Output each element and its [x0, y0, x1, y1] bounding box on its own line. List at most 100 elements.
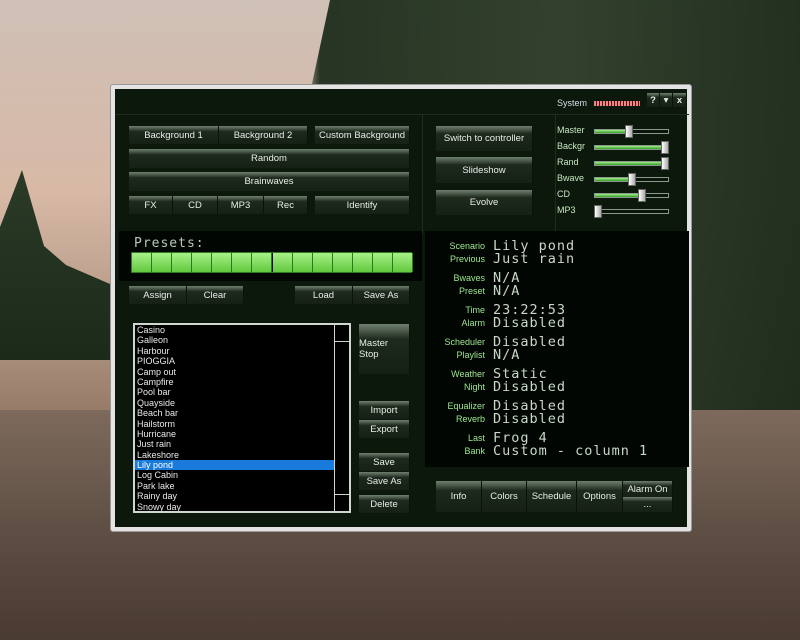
slider-fill: [595, 194, 643, 197]
background-1-button[interactable]: Background 1: [129, 126, 219, 144]
save-as-button[interactable]: Save As: [359, 472, 410, 490]
list-item[interactable]: Snowy day: [135, 502, 335, 511]
slider-label: Backgr: [557, 141, 586, 151]
background-2-button[interactable]: Background 2: [219, 126, 308, 144]
volume-slider[interactable]: [594, 205, 669, 218]
volume-slider[interactable]: [594, 125, 669, 138]
preset-slot[interactable]: [212, 253, 233, 272]
divider: [422, 115, 423, 233]
preset-slot[interactable]: [252, 253, 273, 272]
export-button[interactable]: Export: [359, 420, 410, 438]
list-item[interactable]: Casino: [135, 325, 335, 335]
app-window: System ? ▾ x Background 1 Background 2 C…: [110, 84, 692, 532]
slider-thumb[interactable]: [627, 173, 636, 186]
list-item[interactable]: Park lake: [135, 481, 335, 491]
scenario-list[interactable]: Casino Galleon Harbour PIOGGIA Camp out Campf…: [133, 323, 351, 513]
volume-slider[interactable]: [594, 173, 669, 186]
list-item[interactable]: Rainy day: [135, 491, 335, 501]
custom-background-button[interactable]: Custom Background: [315, 126, 410, 144]
list-item[interactable]: PIOGGIA: [135, 356, 335, 366]
preset-slot[interactable]: [132, 253, 153, 272]
info-value: Disabled: [493, 411, 567, 427]
slider-thumb[interactable]: [661, 157, 669, 170]
list-item[interactable]: Hailstorm: [135, 419, 335, 429]
preset-slot[interactable]: [352, 253, 373, 272]
import-button[interactable]: Import: [359, 401, 410, 419]
list-item[interactable]: Lakeshore: [135, 450, 335, 460]
fx-button[interactable]: FX: [129, 196, 173, 214]
list-item[interactable]: Lily pond: [135, 460, 335, 471]
list-item[interactable]: Galleon: [135, 335, 335, 345]
switch-to-controller-button[interactable]: Switch to controller: [436, 126, 533, 151]
colors-button[interactable]: Colors: [482, 481, 527, 512]
master-stop-button[interactable]: Master Stop: [359, 324, 410, 374]
schedule-button[interactable]: Schedule: [527, 481, 577, 512]
slider-thumb[interactable]: [661, 141, 669, 154]
volume-slider[interactable]: [594, 141, 669, 154]
preset-slot[interactable]: [392, 253, 413, 272]
info-label: Preset: [458, 286, 485, 296]
scroll-down-button[interactable]: [335, 494, 349, 511]
clear-button[interactable]: Clear: [187, 286, 244, 304]
preset-slot[interactable]: [332, 253, 353, 272]
preset-slot[interactable]: [372, 253, 393, 272]
list-item[interactable]: Just rain: [135, 439, 335, 449]
info-value: Disabled: [493, 315, 567, 331]
mp3-button[interactable]: MP3: [218, 196, 264, 214]
divider: [555, 115, 556, 233]
delete-button[interactable]: Delete: [359, 495, 410, 513]
info-label: Weather: [451, 369, 485, 379]
preset-slot[interactable]: [192, 253, 213, 272]
info-label: Time: [465, 305, 485, 315]
list-item[interactable]: Campfire: [135, 377, 335, 387]
preset-slot[interactable]: [152, 253, 173, 272]
preset-slot[interactable]: [172, 253, 193, 272]
preset-slots-bar: [131, 252, 413, 273]
list-item[interactable]: Pool bar: [135, 387, 335, 397]
presets-panel: Presets:: [119, 231, 422, 281]
slider-label: Master: [557, 125, 585, 135]
divider: [115, 114, 689, 115]
preset-slot[interactable]: [272, 253, 293, 272]
info-label: Scenario: [449, 241, 485, 251]
volume-slider[interactable]: [594, 189, 669, 202]
slideshow-button[interactable]: Slideshow: [436, 157, 533, 183]
volume-slider[interactable]: [594, 157, 669, 170]
alarm-more-button[interactable]: ...: [623, 497, 673, 512]
list-item[interactable]: Harbour: [135, 346, 335, 356]
save-as-preset-button[interactable]: Save As: [353, 286, 410, 304]
evolve-button[interactable]: Evolve: [436, 190, 533, 215]
scrollbar[interactable]: [334, 325, 349, 511]
preset-slot[interactable]: [312, 253, 333, 272]
random-button[interactable]: Random: [129, 149, 410, 168]
list-item[interactable]: Log Cabin: [135, 470, 335, 480]
help-button[interactable]: ?: [647, 93, 660, 107]
list-item[interactable]: Beach bar: [135, 408, 335, 418]
close-button[interactable]: x: [673, 93, 687, 107]
info-value: Just rain: [493, 251, 576, 267]
assign-button[interactable]: Assign: [129, 286, 187, 304]
info-button[interactable]: Info: [436, 481, 482, 512]
info-label: Reverb: [455, 414, 485, 424]
rec-button[interactable]: Rec: [264, 196, 308, 214]
slider-thumb[interactable]: [637, 189, 646, 202]
info-label: Last: [467, 433, 485, 443]
list-item[interactable]: Camp out: [135, 367, 335, 377]
list-item[interactable]: Quayside: [135, 398, 335, 408]
save-button[interactable]: Save: [359, 453, 410, 471]
load-button[interactable]: Load: [295, 286, 353, 304]
brainwaves-button[interactable]: Brainwaves: [129, 172, 410, 191]
cd-button[interactable]: CD: [173, 196, 218, 214]
preset-slot[interactable]: [292, 253, 313, 272]
identify-button[interactable]: Identify: [315, 196, 410, 214]
info-label: Equalizer: [447, 401, 485, 411]
scroll-up-button[interactable]: [335, 325, 349, 342]
slider-fill: [595, 146, 668, 149]
list-item[interactable]: Hurricane: [135, 429, 335, 439]
minimize-button[interactable]: ▾: [660, 93, 673, 107]
options-button[interactable]: Options: [577, 481, 623, 512]
slider-thumb[interactable]: [625, 125, 634, 138]
slider-thumb[interactable]: [594, 205, 602, 218]
preset-slot[interactable]: [232, 253, 253, 272]
alarm-on-button[interactable]: Alarm On: [623, 481, 673, 497]
